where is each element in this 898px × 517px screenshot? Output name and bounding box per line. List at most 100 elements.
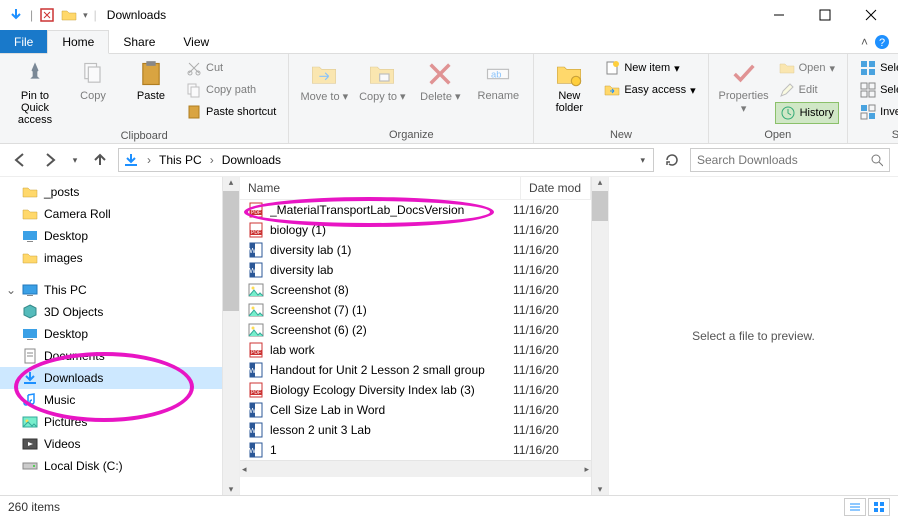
col-name[interactable]: Name: [240, 177, 521, 199]
navigation-pane[interactable]: _posts Camera Roll Desktop images ⌄This …: [0, 177, 240, 495]
recent-locations-button[interactable]: ▾: [68, 148, 82, 172]
tab-share[interactable]: Share: [109, 30, 169, 53]
status-bar: 260 items: [0, 495, 898, 517]
invert-selection-button[interactable]: Invert selection: [856, 102, 898, 122]
file-row[interactable]: Wdiversity lab (1)11/16/20: [240, 240, 591, 260]
qat-sep: |: [30, 8, 33, 22]
breadcrumb[interactable]: This PC Downloads ▾: [118, 148, 654, 172]
tab-home[interactable]: Home: [47, 30, 109, 54]
file-row[interactable]: Screenshot (6) (2)11/16/20: [240, 320, 591, 340]
search-box[interactable]: [690, 148, 890, 172]
nav-videos[interactable]: Videos: [0, 433, 239, 455]
file-date: 11/16/20: [513, 223, 583, 237]
nav-local-disk[interactable]: Local Disk (C:): [0, 455, 239, 477]
easy-access-button[interactable]: Easy access ▾: [600, 80, 699, 100]
search-input[interactable]: [697, 153, 870, 167]
forward-button[interactable]: [38, 148, 62, 172]
tab-view[interactable]: View: [169, 30, 223, 53]
minimize-button[interactable]: [756, 0, 802, 30]
svg-text:PDF: PDF: [251, 350, 261, 356]
copy-path-button[interactable]: Copy path: [182, 80, 280, 100]
pin-to-quick-access-button[interactable]: Pin to Quick access: [8, 58, 62, 128]
help-icon[interactable]: ?: [874, 34, 890, 50]
file-list[interactable]: Name Date mod PDF _MaterialTransportLab_D…: [240, 177, 591, 495]
nav-this-pc[interactable]: ⌄This PC: [0, 279, 239, 301]
nav-music[interactable]: Music: [0, 389, 239, 411]
nav-posts[interactable]: _posts: [0, 181, 239, 203]
view-details-button[interactable]: [844, 498, 866, 516]
properties-button[interactable]: Properties ▾: [717, 58, 771, 117]
svg-text:W: W: [249, 368, 256, 375]
file-row[interactable]: WCell Size Lab in Word11/16/20: [240, 400, 591, 420]
file-row[interactable]: Wdiversity lab11/16/20: [240, 260, 591, 280]
file-row[interactable]: PDFbiology (1)11/16/20: [240, 220, 591, 240]
group-clipboard: Pin to Quick access Copy Paste Cut Copy …: [0, 54, 289, 143]
file-name: Handout for Unit 2 Lesson 2 small group: [270, 363, 513, 377]
file-row[interactable]: Screenshot (8)11/16/20: [240, 280, 591, 300]
titlebar: | ▾ | Downloads: [0, 0, 898, 30]
file-row[interactable]: W Handout for Unit 2 Lesson 2 small group…: [240, 360, 591, 380]
file-name: lab work: [270, 343, 513, 357]
new-item-button[interactable]: New item ▾: [600, 58, 699, 78]
file-list-vertical-scrollbar[interactable]: ▴ ▾: [591, 177, 608, 495]
file-row[interactable]: PDFBiology Ecology Diversity Index lab (…: [240, 380, 591, 400]
file-row[interactable]: PDFlab work11/16/20: [240, 340, 591, 360]
paste-button[interactable]: Paste: [124, 58, 178, 104]
copy-to-button[interactable]: Copy to ▾: [355, 58, 409, 105]
nav-documents[interactable]: Documents: [0, 345, 239, 367]
file-name: Screenshot (8): [270, 283, 513, 297]
tab-file[interactable]: File: [0, 30, 47, 53]
qat-dropdown-icon[interactable]: ▾: [83, 10, 88, 21]
svg-text:W: W: [249, 268, 256, 275]
nav-downloads[interactable]: Downloads: [0, 367, 239, 389]
crumb-downloads[interactable]: Downloads: [222, 153, 281, 167]
file-date: 11/16/20: [513, 443, 583, 457]
navpane-scrollbar[interactable]: ▴ ▾: [222, 177, 239, 495]
view-large-icons-button[interactable]: [868, 498, 890, 516]
file-row[interactable]: PDF_MaterialTransportLab_DocsVersion11/1…: [240, 200, 591, 220]
back-button[interactable]: [8, 148, 32, 172]
address-dropdown-icon[interactable]: ▾: [636, 155, 649, 166]
group-select: Select all Select none Invert selection …: [848, 54, 898, 143]
refresh-button[interactable]: [660, 148, 684, 172]
file-row[interactable]: Wlesson 2 unit 3 Lab11/16/20: [240, 420, 591, 440]
move-to-button[interactable]: Move to ▾: [297, 58, 351, 105]
col-date[interactable]: Date mod: [521, 177, 591, 199]
rename-button[interactable]: ab Rename: [471, 58, 525, 104]
file-name: Screenshot (7) (1): [270, 303, 513, 317]
nav-desktop-quick[interactable]: Desktop: [0, 225, 239, 247]
select-all-button[interactable]: Select all: [856, 58, 898, 78]
maximize-button[interactable]: [802, 0, 848, 30]
column-headers[interactable]: Name Date mod: [240, 177, 591, 200]
new-folder-button[interactable]: New folder: [542, 58, 596, 116]
nav-camera-roll[interactable]: Camera Roll: [0, 203, 239, 225]
svg-text:W: W: [249, 248, 256, 255]
file-row[interactable]: Screenshot (7) (1)11/16/20: [240, 300, 591, 320]
nav-images[interactable]: images: [0, 247, 239, 269]
open-button[interactable]: Open ▾: [775, 58, 839, 78]
edit-button[interactable]: Edit: [775, 80, 839, 100]
nav-desktop[interactable]: Desktop: [0, 323, 239, 345]
nav-pictures[interactable]: Pictures: [0, 411, 239, 433]
file-date: 11/16/20: [513, 403, 583, 417]
word-file-icon: W: [248, 362, 264, 378]
pdf-file-icon: PDF: [248, 202, 264, 218]
select-none-button[interactable]: Select none: [856, 80, 898, 100]
group-new: New folder New item ▾ Easy access ▾ New: [534, 54, 708, 143]
file-row[interactable]: W111/16/20: [240, 440, 591, 460]
svg-text:W: W: [249, 428, 256, 435]
history-button[interactable]: History: [775, 102, 839, 124]
ribbon-collapse-icon[interactable]: ˄: [861, 35, 868, 49]
file-list-horizontal-scrollbar[interactable]: ◂ ▸: [240, 460, 591, 477]
paste-shortcut-button[interactable]: Paste shortcut: [182, 102, 280, 122]
crumb-this-pc[interactable]: This PC: [159, 153, 202, 167]
up-button[interactable]: [88, 148, 112, 172]
qat-properties-icon[interactable]: [39, 7, 55, 23]
file-name: _MaterialTransportLab_DocsVersion: [270, 203, 513, 217]
close-button[interactable]: [848, 0, 894, 30]
cut-button[interactable]: Cut: [182, 58, 280, 78]
copy-button[interactable]: Copy: [66, 58, 120, 104]
delete-button[interactable]: Delete ▾: [413, 58, 467, 105]
qat-folder-icon[interactable]: [61, 7, 77, 23]
nav-3d-objects[interactable]: 3D Objects: [0, 301, 239, 323]
